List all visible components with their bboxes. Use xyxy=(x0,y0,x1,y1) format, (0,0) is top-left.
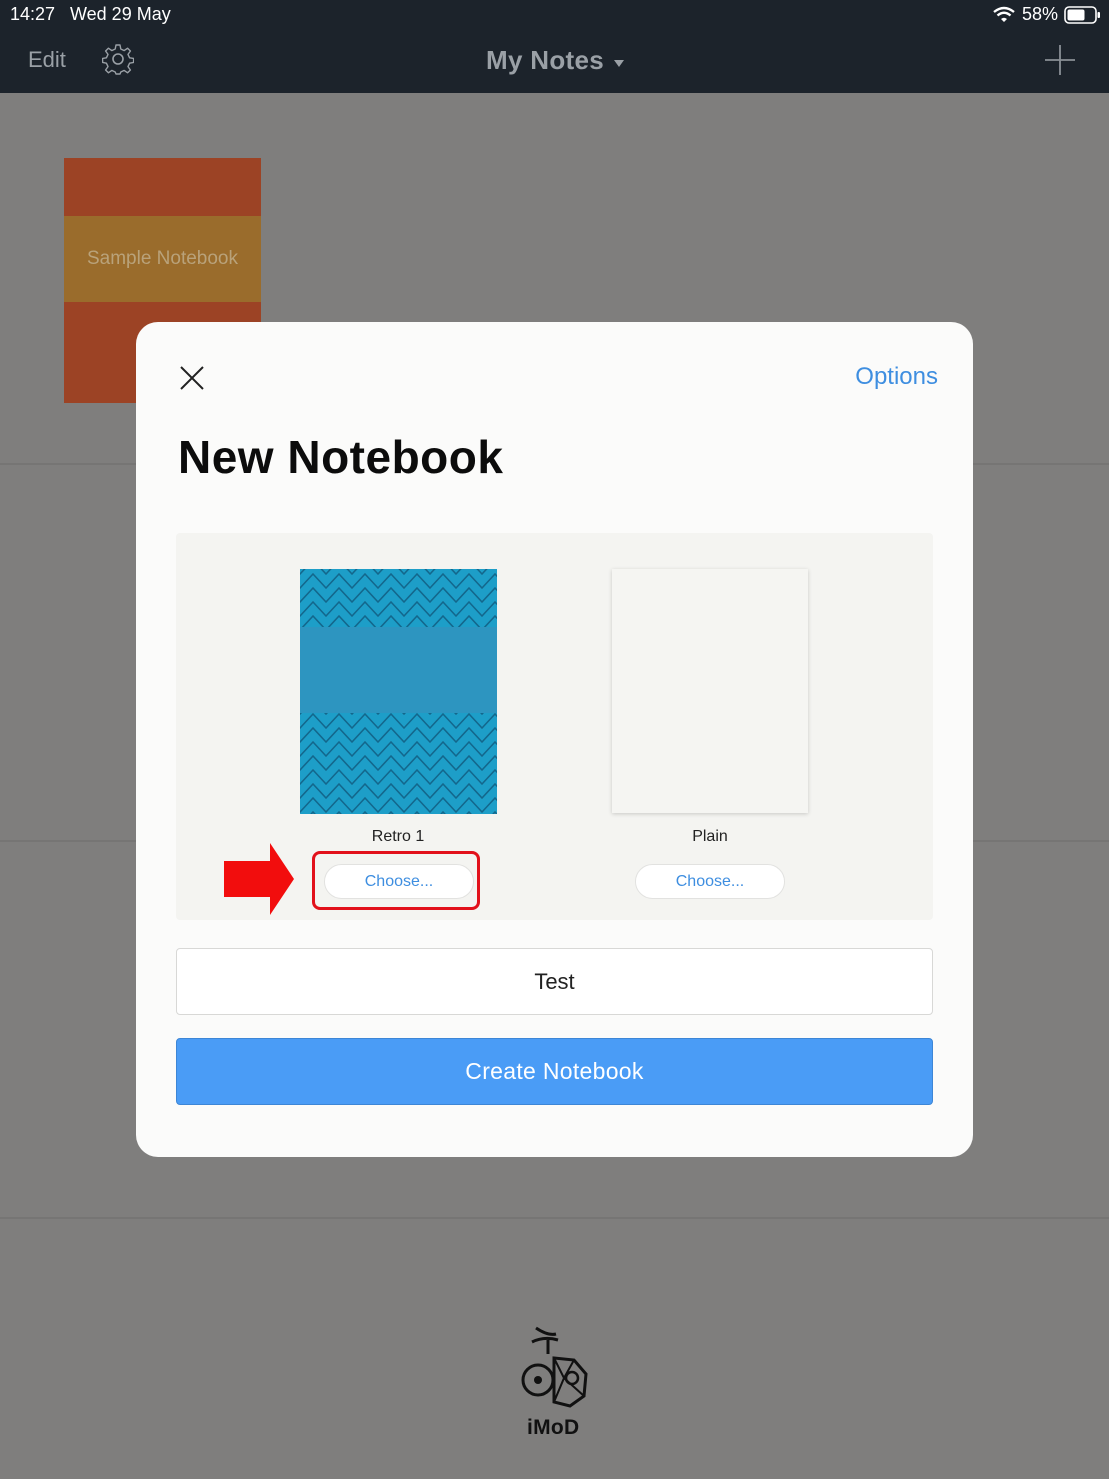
chevron-down-icon[interactable] xyxy=(614,60,624,67)
edit-button[interactable]: Edit xyxy=(28,47,66,73)
status-time: 14:27 xyxy=(10,4,56,24)
shelf-divider xyxy=(0,1217,1109,1219)
library-title[interactable]: My Notes xyxy=(486,45,604,76)
imod-logo-icon xyxy=(521,1326,588,1408)
choose-plain-button[interactable]: Choose... xyxy=(635,864,785,899)
close-icon[interactable] xyxy=(178,364,206,392)
arrow-icon xyxy=(224,843,294,915)
options-button[interactable]: Options xyxy=(855,363,938,391)
highlight-box xyxy=(312,851,480,910)
wifi-icon xyxy=(993,6,1015,22)
gear-icon[interactable] xyxy=(102,43,134,75)
create-notebook-button[interactable]: Create Notebook xyxy=(176,1038,933,1105)
cover-retro-thumbnail[interactable] xyxy=(300,569,497,814)
cover-picker: Retro 1 Choose... Plain Choose... xyxy=(176,533,933,920)
watermark-text: iMoD xyxy=(527,1416,580,1439)
notebook-title: Sample Notebook xyxy=(86,248,239,269)
battery-percent: 58% xyxy=(1022,4,1059,24)
plus-icon[interactable] xyxy=(1044,44,1076,76)
cover-plain-thumbnail[interactable] xyxy=(612,569,808,813)
cover-name-plain: Plain xyxy=(692,828,728,845)
new-notebook-dialog: Options New Notebook Retro 1 Choose... P… xyxy=(136,322,973,1157)
battery-icon xyxy=(1064,6,1100,24)
dialog-title: New Notebook xyxy=(178,431,504,483)
cover-name-retro: Retro 1 xyxy=(371,828,425,845)
top-bar: 14:27 Wed 29 May 58% Edit My Notes xyxy=(0,0,1109,93)
notebook-name-field[interactable]: Test xyxy=(176,948,933,1015)
status-date: Wed 29 May xyxy=(70,4,171,24)
